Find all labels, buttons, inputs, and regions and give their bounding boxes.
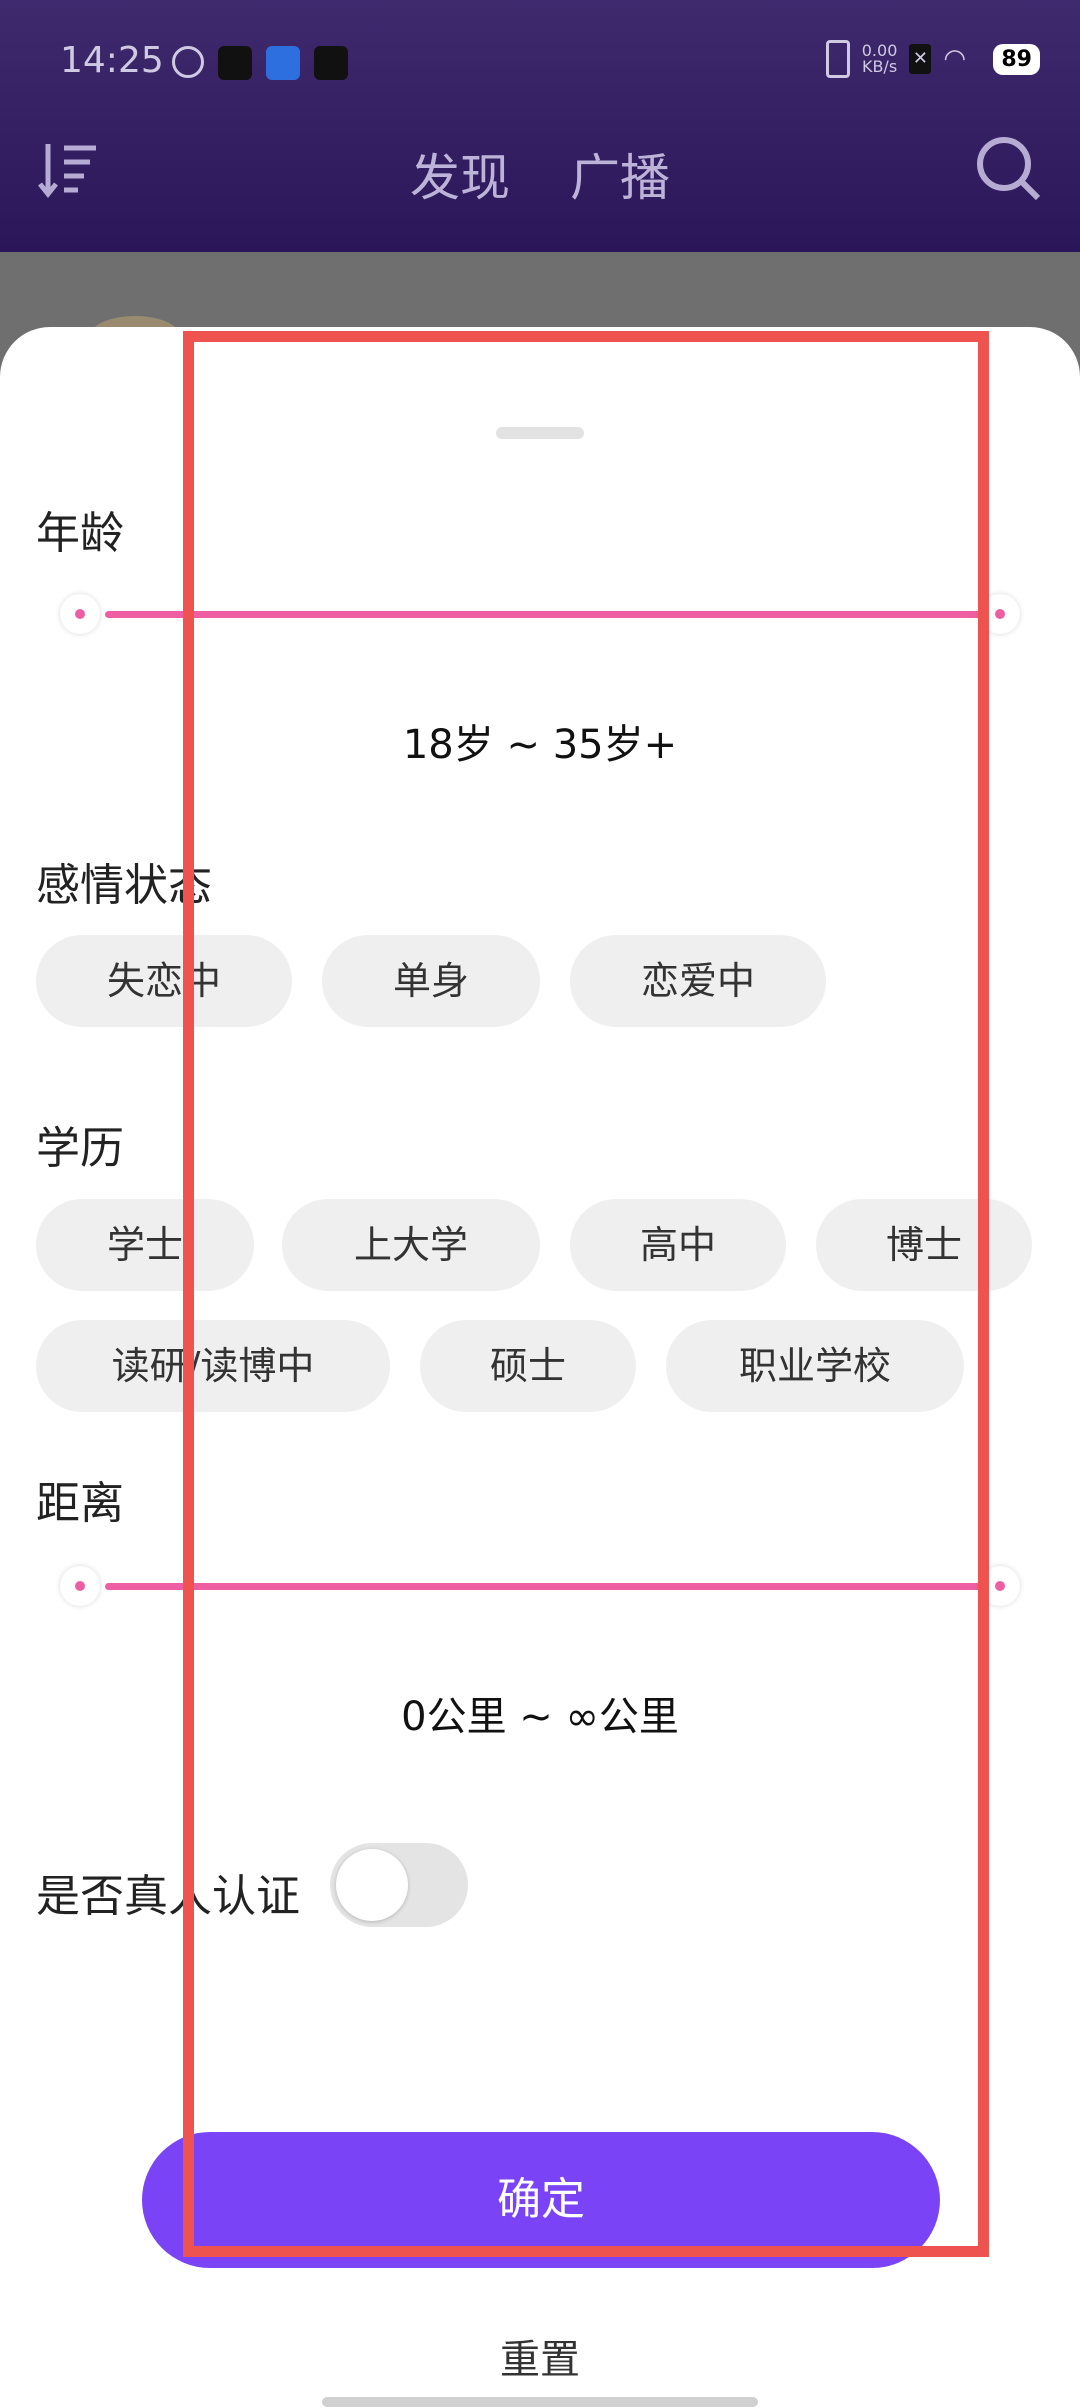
distance-slider-track [105,1583,1000,1590]
relationship-label: 感情状态 [36,860,212,911]
verified-label: 是否真人认证 [36,1871,300,1922]
education-option[interactable]: 硕士 [420,1320,636,1412]
toggle-knob [336,1849,408,1921]
relationship-option[interactable]: 失恋中 [36,935,292,1027]
notification-icons [172,46,348,80]
app-notification-icon [266,46,300,80]
status-right: 0.00 KB/s ✕ ◠ 89 [825,40,1040,78]
home-indicator [322,2397,758,2407]
education-label: 学历 [36,1123,124,1174]
education-option[interactable]: 博士 [816,1199,1032,1291]
search-icon[interactable] [974,134,1044,204]
verified-toggle[interactable] [330,1843,468,1927]
top-nav: 发现 广播 [0,130,1080,210]
age-slider[interactable] [60,594,1020,634]
tab-broadcast[interactable]: 广播 [570,149,670,207]
app-notification-icon [172,46,204,78]
age-min-handle[interactable] [60,594,100,634]
distance-label: 距离 [36,1478,124,1529]
vibrate-icon [825,40,850,78]
battery-level: 89 [993,43,1040,75]
education-option[interactable]: 学士 [36,1199,254,1291]
age-label: 年龄 [36,508,124,559]
wifi-icon: ◠ [943,44,967,74]
net-speed-unit: KB/s [861,57,898,76]
status-time: 14:25 [60,40,164,81]
confirm-button[interactable]: 确定 [142,2132,940,2268]
tiktok-icon [218,46,252,80]
distance-min-handle[interactable] [60,1566,100,1606]
nav-tabs: 发现 广播 [0,138,1080,210]
status-bar: 14:25 0.00 KB/s ✕ ◠ 89 [60,40,1040,90]
reset-button[interactable]: 重置 [0,2327,1080,2385]
tab-discover[interactable]: 发现 [410,149,510,207]
age-slider-track [105,611,1000,618]
relationship-option[interactable]: 单身 [322,935,540,1027]
shopping-bag-icon [314,46,348,80]
sheet-drag-handle[interactable] [496,427,584,439]
education-option[interactable]: 高中 [570,1199,786,1291]
app-header: 14:25 0.00 KB/s ✕ ◠ 89 发现 广播 [0,0,1080,252]
filter-sheet: 年龄 18岁 ~ 35岁+ 感情状态 失恋中 单身 恋爱中 学历 学士 上大学 … [0,327,1080,2408]
no-sim-icon: ✕ [909,44,932,74]
education-option[interactable]: 职业学校 [666,1320,964,1412]
relationship-option[interactable]: 恋爱中 [570,935,826,1027]
education-option[interactable]: 上大学 [282,1199,540,1291]
net-speed: 0.00 KB/s [862,43,898,75]
distance-max-handle[interactable] [980,1566,1020,1606]
age-max-handle[interactable] [980,594,1020,634]
distance-range-text: 0公里 ~ ∞公里 [401,1694,679,1740]
age-range-text: 18岁 ~ 35岁+ [402,722,678,768]
distance-slider[interactable] [60,1566,1020,1606]
education-option[interactable]: 读研/读博中 [36,1320,390,1412]
